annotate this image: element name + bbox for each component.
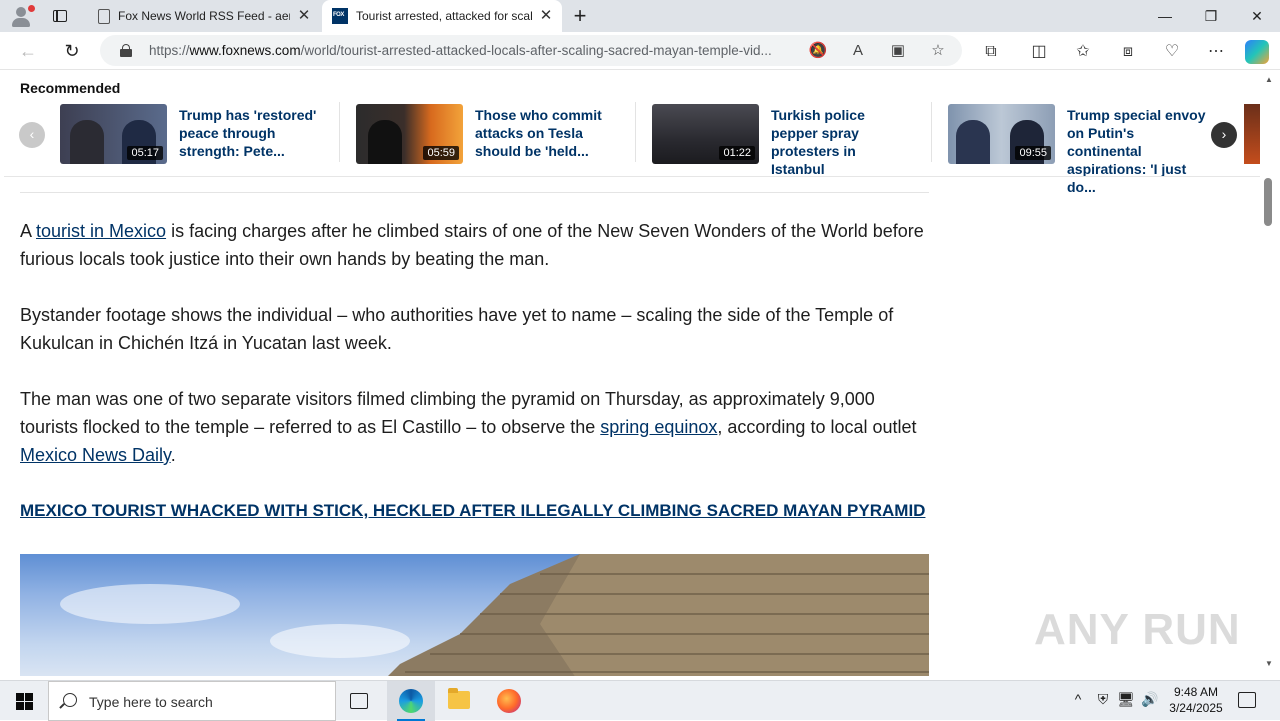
tracking-blocked-icon[interactable]: 🔕 <box>808 41 828 61</box>
divider <box>635 102 636 162</box>
url-text[interactable]: https://www.foxnews.com/world/tourist-ar… <box>149 43 799 58</box>
favorites-icon[interactable]: ✩ <box>1072 41 1094 63</box>
windows-start-icon[interactable] <box>0 681 48 721</box>
tab-tourist-article[interactable]: Tourist arrested, attacked for scali ✕ <box>322 0 562 32</box>
task-view-icon <box>350 693 368 709</box>
minimize-icon[interactable]: — <box>1142 0 1188 32</box>
new-tab-icon[interactable]: + <box>570 5 590 27</box>
lock-icon[interactable] <box>120 44 132 57</box>
video-thumbnail[interactable]: 05:59 <box>356 104 463 164</box>
article-paragraph: A tourist in Mexico is facing charges af… <box>20 217 932 273</box>
divider <box>339 102 340 162</box>
related-headline-link[interactable]: MEXICO TOURIST WHACKED WITH STICK, HECKL… <box>20 497 925 525</box>
address-bar[interactable]: https://www.foxnews.com/world/tourist-ar… <box>100 35 962 66</box>
divider <box>20 192 929 193</box>
recommended-title[interactable]: Trump has 'restored' peace through stren… <box>179 106 319 160</box>
task-view-button[interactable] <box>336 681 384 721</box>
video-thumbnail[interactable]: 05:17 <box>60 104 167 164</box>
page-viewport: Recommended ‹ 05:17 Trump has 'restored'… <box>4 70 1260 676</box>
refresh-icon[interactable]: ↻ <box>60 39 84 63</box>
paragraph-text: . <box>170 445 176 465</box>
tab-title: Fox News World RSS Feed - aerop <box>118 9 290 23</box>
system-clock[interactable]: 9:48 AM 3/24/2025 <box>1162 684 1230 716</box>
url-host: www.foxnews.com <box>189 43 301 58</box>
close-tab-icon[interactable]: ✕ <box>538 8 554 24</box>
collections-icon[interactable]: ⧈ <box>1117 41 1139 63</box>
back-icon[interactable]: ← <box>16 39 40 63</box>
article-hero-image[interactable] <box>20 554 929 676</box>
copilot-icon[interactable] <box>1245 40 1269 64</box>
vertical-scrollbar[interactable]: ▲ ▼ <box>1262 74 1276 672</box>
search-placeholder: Type here to search <box>89 694 213 710</box>
recommended-heading: Recommended <box>20 80 121 96</box>
mexico-news-daily-link[interactable]: Mexico News Daily <box>20 445 171 465</box>
paragraph-text: , according to local outlet <box>717 417 917 437</box>
video-thumbnail-partial[interactable] <box>1244 104 1260 164</box>
taskbar: Type here to search ^ ⛨ 🖥 🔊 9:48 AM 3/24… <box>0 680 1280 721</box>
recommended-title[interactable]: Turkish police pepper spray protesters i… <box>771 106 911 178</box>
profile-avatar-icon[interactable] <box>8 4 35 28</box>
browser-toolbar: ← ↻ https://www.foxnews.com/world/touris… <box>0 32 1280 70</box>
document-icon <box>98 8 110 24</box>
video-duration: 05:17 <box>127 146 163 160</box>
tab-actions-icon[interactable] <box>50 6 70 26</box>
immersive-reader-icon[interactable]: ▣ <box>888 41 908 61</box>
split-screen-icon[interactable]: ◫ <box>1028 41 1050 63</box>
scroll-up-icon[interactable]: ▲ <box>1263 74 1275 86</box>
firefox-taskbar-button[interactable] <box>485 681 533 721</box>
paragraph-text: A <box>20 221 37 241</box>
scroll-thumb[interactable] <box>1264 178 1272 226</box>
show-hidden-icons-icon[interactable]: ^ <box>1068 691 1088 707</box>
divider <box>931 102 932 162</box>
divider <box>4 176 1260 177</box>
close-tab-icon[interactable]: ✕ <box>296 8 312 24</box>
video-duration: 01:22 <box>719 146 755 160</box>
network-icon[interactable]: 🖥 <box>1116 691 1136 708</box>
tab-strip: Fox News World RSS Feed - aerop ✕ Touris… <box>0 0 1280 32</box>
defender-icon[interactable]: ⛨ <box>1093 691 1113 708</box>
recommended-carousel: ‹ 05:17 Trump has 'restored' peace throu… <box>4 100 1260 195</box>
tab-fox-rss[interactable]: Fox News World RSS Feed - aerop ✕ <box>86 0 320 32</box>
tourist-in-mexico-link[interactable]: tourist in Mexico <box>36 221 166 241</box>
url-prefix: https:// <box>149 43 190 58</box>
scroll-down-icon[interactable]: ▼ <box>1263 658 1275 670</box>
pyramid-image <box>388 554 929 676</box>
anyrun-watermark: ANY RUN <box>1034 605 1241 654</box>
clock-date: 3/24/2025 <box>1169 701 1223 715</box>
fox-news-favicon-icon <box>332 8 348 24</box>
edge-icon <box>399 689 423 713</box>
restore-icon[interactable]: ❐ <box>1188 0 1234 32</box>
article-paragraph: The man was one of two separate visitors… <box>20 385 932 469</box>
url-path: /world/tourist-arrested-attacked-locals-… <box>300 43 772 58</box>
video-duration: 05:59 <box>423 146 459 160</box>
recommended-title[interactable]: Trump special envoy on Putin's continent… <box>1067 106 1207 196</box>
recommended-title[interactable]: Those who commit attacks on Tesla should… <box>475 106 605 160</box>
search-icon <box>63 693 77 707</box>
tab-title: Tourist arrested, attacked for scali <box>356 9 532 23</box>
notifications-icon[interactable] <box>1238 692 1256 708</box>
article-paragraph: Bystander footage shows the individual –… <box>20 305 894 353</box>
video-thumbnail[interactable]: 01:22 <box>652 104 759 164</box>
extensions-icon[interactable]: ⧉ <box>980 41 1002 63</box>
close-window-icon[interactable]: ✕ <box>1234 0 1280 32</box>
carousel-prev-icon[interactable]: ‹ <box>19 122 45 148</box>
read-aloud-icon[interactable]: A <box>848 41 868 61</box>
edge-taskbar-button[interactable] <box>387 681 435 721</box>
browser-essentials-icon[interactable]: ♡ <box>1161 41 1183 63</box>
folder-icon <box>448 688 470 709</box>
file-explorer-taskbar-button[interactable] <box>435 681 483 721</box>
carousel-next-icon[interactable]: › <box>1211 122 1237 148</box>
volume-icon[interactable]: 🔊 <box>1140 691 1160 708</box>
clock-time: 9:48 AM <box>1173 685 1219 699</box>
more-menu-icon[interactable]: ⋯ <box>1205 41 1227 63</box>
spring-equinox-link[interactable]: spring equinox <box>600 417 717 437</box>
taskbar-search-input[interactable]: Type here to search <box>48 681 336 721</box>
video-duration: 09:55 <box>1015 146 1051 160</box>
favorite-star-icon[interactable]: ☆ <box>928 41 948 61</box>
video-thumbnail[interactable]: 09:55 <box>948 104 1055 164</box>
firefox-icon <box>497 689 521 713</box>
